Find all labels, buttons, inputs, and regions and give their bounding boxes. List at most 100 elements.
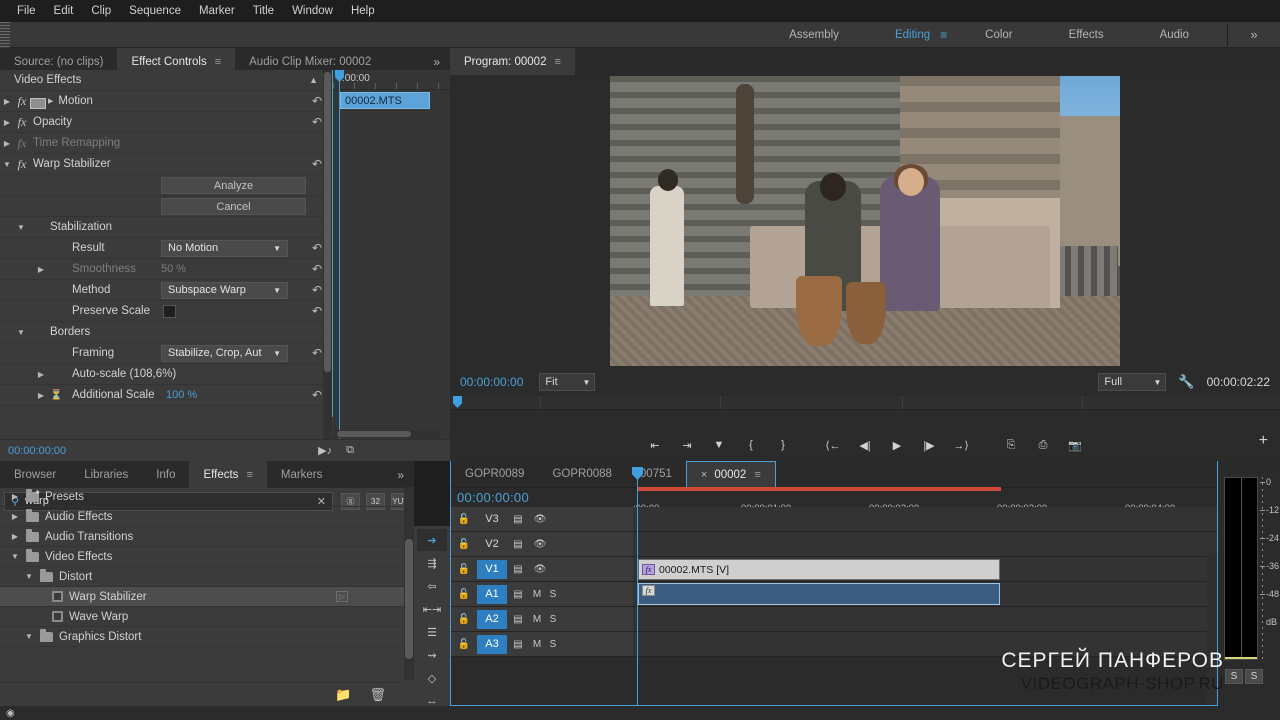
new-custom-bin-icon[interactable]: 📁 — [335, 687, 351, 703]
tree-item-audio-effects[interactable]: Audio Effects — [0, 507, 404, 527]
preserve-scale-checkbox[interactable] — [163, 305, 176, 318]
sync-lock-icon[interactable]: ▤ — [507, 539, 529, 550]
framing-dropdown[interactable]: Stabilize, Crop, Aut ▼ — [161, 345, 288, 362]
track-area-a1[interactable]: fx — [633, 582, 1217, 606]
fx-icon[interactable]: fx — [14, 94, 30, 109]
panel-menu-icon[interactable]: ≡ — [554, 56, 560, 68]
program-video-frame[interactable] — [610, 76, 1120, 366]
video-effects-section-header[interactable]: Video Effects ▲ — [0, 70, 332, 91]
effect-controls-timecode[interactable]: 00:00:00:00 — [0, 445, 66, 457]
param-row-additional-scale[interactable]: ⏳ Additional Scale 100 % ↶ — [0, 385, 332, 406]
program-playhead[interactable] — [453, 396, 462, 408]
reset-icon[interactable]: ↶ — [312, 262, 322, 276]
sync-lock-icon[interactable]: ▤ — [507, 564, 529, 575]
program-monitor-ruler[interactable] — [450, 396, 1280, 410]
effect-controls-horizontal-scrollbar[interactable] — [333, 430, 440, 438]
mute-button[interactable]: M — [529, 614, 545, 625]
tree-item-presets[interactable]: ✦ Presets — [0, 487, 404, 507]
panel-menu-icon[interactable]: ≡ — [215, 56, 221, 68]
extract-button[interactable]: ⎙ — [1027, 431, 1059, 459]
rate-stretch-tool[interactable]: ⇝ — [417, 644, 447, 666]
tree-item-distort[interactable]: Distort — [0, 567, 404, 587]
workspace-tab-color[interactable]: Color — [957, 22, 1040, 48]
menu-item-sequence[interactable]: Sequence — [120, 0, 190, 22]
track-name[interactable]: V2 — [477, 535, 507, 554]
ripple-edit-tool[interactable]: ⇤⇥ — [417, 598, 447, 620]
method-dropdown[interactable]: Subspace Warp ▼ — [161, 282, 288, 299]
effect-controls-playhead[interactable] — [339, 70, 340, 439]
tab-sequence-00002[interactable]: × 00002 ≡ — [686, 461, 776, 487]
sync-lock-icon[interactable]: ▤ — [507, 639, 529, 650]
effect-row-opacity[interactable]: fx Opacity ↶ — [0, 112, 332, 133]
panel-menu-icon[interactable]: ≡ — [246, 469, 252, 481]
tab-browser[interactable]: Browser — [0, 461, 70, 488]
tab-sequence-gopr0089[interactable]: GOPR0089 — [451, 461, 538, 487]
workspace-hamburger-icon[interactable]: ≡ — [936, 28, 951, 42]
play-audio-icon[interactable]: ▶♪ — [318, 444, 332, 457]
tab-info[interactable]: Info — [142, 461, 189, 488]
mute-button[interactable]: M — [529, 589, 545, 600]
razor-tool[interactable]: ◇ — [417, 667, 447, 689]
solo-button[interactable]: S — [545, 589, 561, 600]
tab-markers[interactable]: Markers — [267, 461, 337, 488]
analyze-button[interactable]: Analyze — [161, 177, 306, 194]
go-to-next-edit-button[interactable]: →⟩ — [945, 431, 977, 459]
status-eye-icon[interactable]: ◉ — [0, 708, 15, 719]
add-marker-button[interactable]: ▼ — [703, 431, 735, 459]
disclosure-triangle-icon[interactable] — [34, 265, 48, 274]
tree-item-video-effects[interactable]: Video Effects — [0, 547, 404, 567]
workspace-drag-handle[interactable] — [0, 22, 10, 48]
settings-wrench-icon[interactable]: 🔧 — [1178, 374, 1194, 390]
lock-icon[interactable]: 🔓 — [451, 514, 477, 525]
menu-item-window[interactable]: Window — [283, 0, 342, 22]
param-row-smoothness[interactable]: Smoothness 50 % ↶ — [0, 259, 332, 280]
disclosure-triangle-icon[interactable] — [34, 391, 48, 400]
rolling-edit-tool[interactable]: ☰ — [417, 621, 447, 643]
disclosure-triangle-icon[interactable] — [8, 512, 22, 521]
transition-render-icon[interactable]: ⧉ — [346, 444, 354, 457]
step-forward-button[interactable]: |▶ — [913, 431, 945, 459]
tab-program-monitor[interactable]: Program: 00002 ≡ — [450, 48, 575, 75]
timeline-clip-audio[interactable]: fx — [638, 583, 1000, 605]
disclosure-triangle-icon[interactable] — [22, 572, 36, 581]
track-area-v2[interactable] — [633, 532, 1217, 556]
lift-button[interactable]: ⎘ — [995, 431, 1027, 459]
track-area-a3[interactable] — [633, 632, 1217, 656]
menu-item-marker[interactable]: Marker — [190, 0, 244, 22]
reset-icon[interactable]: ↶ — [312, 241, 322, 255]
track-name[interactable]: V3 — [477, 510, 507, 529]
track-area-v1[interactable]: fx 00002.MTS [V] — [633, 557, 1217, 581]
program-current-timecode[interactable]: 00:00:00:00 — [460, 375, 523, 389]
effects-tabs-overflow-icon[interactable]: » — [387, 461, 414, 488]
track-header-v2[interactable]: 🔓 V2 ▤ 👁 — [451, 532, 633, 556]
menu-item-title[interactable]: Title — [244, 0, 283, 22]
disclosure-triangle-icon[interactable] — [8, 492, 22, 501]
delete-custom-item-icon[interactable]: 🗑 — [369, 687, 386, 703]
workspace-tab-audio[interactable]: Audio — [1132, 22, 1217, 48]
stopwatch-icon[interactable]: ⏳ — [50, 390, 62, 401]
workspace-tab-assembly[interactable]: Assembly — [761, 22, 867, 48]
solo-button-right[interactable]: S — [1245, 669, 1263, 684]
mark-out-button[interactable]: } — [767, 431, 799, 459]
track-select-forward-tool[interactable]: ⇶ — [417, 552, 447, 574]
tree-item-audio-transitions[interactable]: Audio Transitions — [0, 527, 404, 547]
go-to-previous-edit-button[interactable]: ⟨← — [817, 431, 849, 459]
tree-item-warp-stabilizer[interactable]: Warp Stabilizer ▷ — [0, 587, 404, 607]
workspace-overflow-icon[interactable]: » — [1228, 22, 1280, 48]
workspace-tab-effects[interactable]: Effects — [1041, 22, 1132, 48]
effect-controls-clip-bar[interactable]: 00002.MTS — [340, 92, 430, 109]
tab-sequence-gopr0088[interactable]: GOPR0088 — [538, 461, 625, 487]
collapse-icon[interactable]: ▲ — [309, 75, 318, 85]
param-row-preserve-scale[interactable]: Preserve Scale ↶ — [0, 301, 332, 322]
disclosure-triangle-icon[interactable] — [34, 370, 48, 379]
reset-icon[interactable]: ↶ — [312, 157, 322, 171]
audio-meter-bars[interactable] — [1224, 477, 1258, 660]
sync-lock-icon[interactable]: ▤ — [507, 589, 529, 600]
param-row-method[interactable]: Method Subspace Warp ▼ ↶ — [0, 280, 332, 301]
track-area-a2[interactable] — [633, 607, 1217, 631]
eye-icon[interactable]: 👁 — [529, 514, 551, 525]
group-row-borders[interactable]: Borders — [0, 322, 332, 343]
reset-icon[interactable]: ↶ — [312, 304, 322, 318]
solo-button[interactable]: S — [545, 639, 561, 650]
solo-button-left[interactable]: S — [1225, 669, 1243, 684]
